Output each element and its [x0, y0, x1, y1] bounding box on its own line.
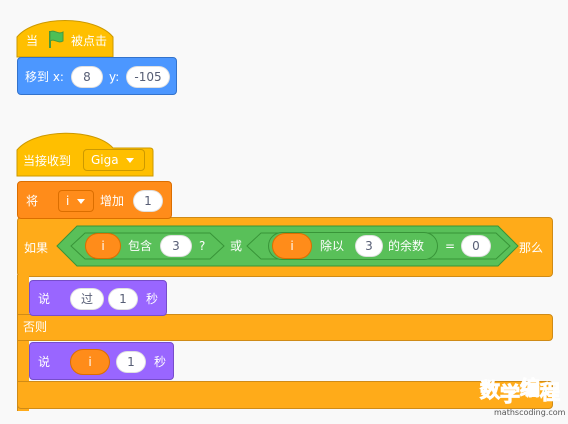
logo-char-2: 学	[500, 382, 521, 407]
say-for-secs-block-1[interactable]: 说 过 1 秒	[29, 280, 167, 316]
else-label: 否则	[23, 320, 48, 334]
goto-label: 移到 x:	[25, 70, 64, 84]
logo-char-3: 编	[520, 376, 541, 401]
change-variable-block[interactable]: 将 i 增加 1	[17, 181, 172, 219]
say2-label: 说	[38, 355, 51, 369]
mod-value-input[interactable]: 3	[355, 235, 383, 257]
logo-url: mathscoding.com	[494, 408, 566, 417]
mod-var-reporter[interactable]: i	[272, 233, 312, 259]
logo-char-4: 程	[540, 380, 561, 405]
say-for-secs-block-2[interactable]: 说 i 1 秒	[29, 342, 174, 380]
goto-y-label: y:	[109, 70, 120, 84]
variable-dropdown[interactable]: i	[58, 190, 94, 212]
equals-value-input[interactable]: 0	[461, 235, 491, 257]
then-label: 那么	[519, 241, 544, 255]
green-flag-icon	[46, 29, 66, 53]
say2-var-reporter[interactable]: i	[70, 349, 110, 375]
change-value-input[interactable]: 1	[133, 190, 163, 212]
else-bar	[17, 314, 553, 341]
goto-y-input[interactable]: -105	[126, 66, 170, 88]
say1-label: 说	[38, 292, 51, 306]
say1-secs-input[interactable]: 1	[108, 288, 138, 310]
say1-text-input[interactable]: 过	[70, 288, 104, 310]
logo-char-1: 数	[480, 378, 501, 403]
equals-sign: =	[445, 239, 456, 253]
say2-unit: 秒	[154, 355, 167, 369]
message-dropdown[interactable]: Giga	[83, 149, 145, 171]
variable-dropdown-caret-icon	[77, 199, 85, 204]
mod-div-label: 除以	[320, 239, 345, 253]
goto-xy-block[interactable]: 移到 x: 8 y: -105	[17, 57, 177, 95]
change-action: 增加	[100, 194, 125, 208]
hat-prefix: 当	[26, 34, 39, 48]
say1-unit: 秒	[146, 292, 159, 306]
mod-suffix-label: 的余数	[388, 239, 425, 253]
hat-suffix: 被点击	[71, 34, 108, 48]
change-label: 将	[26, 194, 39, 208]
watermark-logo: 数 学 编 程 mathscoding.com	[478, 372, 566, 422]
if-label: 如果	[24, 241, 49, 255]
message-dropdown-caret-icon	[126, 158, 134, 163]
say2-secs-input[interactable]: 1	[116, 351, 146, 373]
if-footer	[17, 381, 553, 409]
goto-x-input[interactable]: 8	[71, 66, 103, 88]
receive-label: 当接收到	[23, 154, 72, 168]
